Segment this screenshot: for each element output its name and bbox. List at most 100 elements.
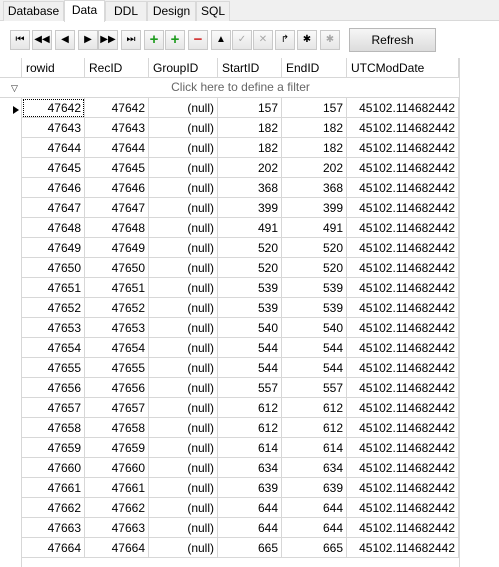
cell-startid[interactable]: 612 xyxy=(218,418,282,438)
cell-startid[interactable]: 557 xyxy=(218,378,282,398)
cell-recid[interactable]: 47651 xyxy=(85,278,149,298)
cell-recid[interactable]: 47663 xyxy=(85,518,149,538)
cell-startid[interactable]: 639 xyxy=(218,478,282,498)
cell-startid[interactable]: 182 xyxy=(218,138,282,158)
cell-recid[interactable]: 47661 xyxy=(85,478,149,498)
cell-recid[interactable]: 47649 xyxy=(85,238,149,258)
cancel-edit-button[interactable]: ✕ xyxy=(253,30,273,50)
table-row[interactable]: 47646 47646 (null) 368 368 45102.114682442 xyxy=(0,178,459,198)
cell-utcmoddate[interactable]: 45102.114682442 xyxy=(347,98,459,118)
cell-endid[interactable]: 557 xyxy=(282,378,347,398)
cell-utcmoddate[interactable]: 45102.114682442 xyxy=(347,198,459,218)
cell-endid[interactable]: 368 xyxy=(282,178,347,198)
cell-startid[interactable]: 520 xyxy=(218,258,282,278)
cell-rowid[interactable]: 47651 xyxy=(22,278,85,298)
cell-endid[interactable]: 182 xyxy=(282,118,347,138)
cell-recid[interactable]: 47653 xyxy=(85,318,149,338)
table-row[interactable]: 47647 47647 (null) 399 399 45102.114682442 xyxy=(0,198,459,218)
cell-groupid[interactable]: (null) xyxy=(149,338,218,358)
cell-groupid[interactable]: (null) xyxy=(149,518,218,538)
cell-groupid[interactable]: (null) xyxy=(149,278,218,298)
first-record-button[interactable]: ⏮ xyxy=(10,30,30,50)
cell-rowid[interactable]: 47664 xyxy=(22,538,85,558)
column-header-endid[interactable]: EndID xyxy=(282,58,347,78)
cell-rowid[interactable]: 47655 xyxy=(22,358,85,378)
cell-endid[interactable]: 634 xyxy=(282,458,347,478)
prev-record-button[interactable]: ◀ xyxy=(55,30,75,50)
cell-rowid[interactable]: 47657 xyxy=(22,398,85,418)
cell-utcmoddate[interactable]: 45102.114682442 xyxy=(347,278,459,298)
table-row[interactable]: 47661 47661 (null) 639 639 45102.114682442 xyxy=(0,478,459,498)
cell-startid[interactable]: 644 xyxy=(218,518,282,538)
cell-rowid[interactable]: 47646 xyxy=(22,178,85,198)
table-row[interactable]: 47650 47650 (null) 520 520 45102.114682442 xyxy=(0,258,459,278)
next-page-button[interactable]: ▶▶ xyxy=(98,30,118,50)
tab-ddl[interactable]: DDL xyxy=(105,1,147,21)
cell-rowid[interactable]: 47643 xyxy=(22,118,85,138)
cell-utcmoddate[interactable]: 45102.114682442 xyxy=(347,398,459,418)
cell-endid[interactable]: 544 xyxy=(282,358,347,378)
cell-utcmoddate[interactable]: 45102.114682442 xyxy=(347,118,459,138)
cell-utcmoddate[interactable]: 45102.114682442 xyxy=(347,258,459,278)
cell-startid[interactable]: 491 xyxy=(218,218,282,238)
cell-recid[interactable]: 47642 xyxy=(85,98,149,118)
tab-design[interactable]: Design xyxy=(147,1,196,21)
cell-endid[interactable]: 644 xyxy=(282,518,347,538)
cell-groupid[interactable]: (null) xyxy=(149,498,218,518)
post-edit-button[interactable]: ✓ xyxy=(232,30,252,50)
cell-rowid[interactable]: 47662 xyxy=(22,498,85,518)
table-row[interactable]: 47651 47651 (null) 539 539 45102.114682442 xyxy=(0,278,459,298)
table-row[interactable]: 47653 47653 (null) 540 540 45102.114682442 xyxy=(0,318,459,338)
table-row[interactable]: 47648 47648 (null) 491 491 45102.114682442 xyxy=(0,218,459,238)
filter-icon[interactable]: ▽ xyxy=(11,83,18,94)
cell-startid[interactable]: 540 xyxy=(218,318,282,338)
cell-utcmoddate[interactable]: 45102.114682442 xyxy=(347,178,459,198)
table-row[interactable]: 47662 47662 (null) 644 644 45102.114682442 xyxy=(0,498,459,518)
cell-startid[interactable]: 614 xyxy=(218,438,282,458)
cell-groupid[interactable]: (null) xyxy=(149,178,218,198)
cell-startid[interactable]: 539 xyxy=(218,298,282,318)
cell-endid[interactable]: 612 xyxy=(282,398,347,418)
cell-startid[interactable]: 182 xyxy=(218,118,282,138)
cell-recid[interactable]: 47647 xyxy=(85,198,149,218)
cell-groupid[interactable]: (null) xyxy=(149,118,218,138)
table-row[interactable]: 47656 47656 (null) 557 557 45102.114682442 xyxy=(0,378,459,398)
cell-utcmoddate[interactable]: 45102.114682442 xyxy=(347,438,459,458)
cell-recid[interactable]: 47643 xyxy=(85,118,149,138)
next-record-button[interactable]: ▶ xyxy=(78,30,98,50)
cell-endid[interactable]: 665 xyxy=(282,538,347,558)
cell-utcmoddate[interactable]: 45102.114682442 xyxy=(347,298,459,318)
cell-utcmoddate[interactable]: 45102.114682442 xyxy=(347,158,459,178)
cell-startid[interactable]: 544 xyxy=(218,358,282,378)
column-header-utcmoddate[interactable]: UTCModDate xyxy=(347,58,459,78)
cell-endid[interactable]: 520 xyxy=(282,258,347,278)
cell-groupid[interactable]: (null) xyxy=(149,458,218,478)
table-row[interactable]: 47663 47663 (null) 644 644 45102.114682442 xyxy=(0,518,459,538)
cell-utcmoddate[interactable]: 45102.114682442 xyxy=(347,478,459,498)
table-row[interactable]: 47643 47643 (null) 182 182 45102.114682442 xyxy=(0,118,459,138)
apply-updates-button[interactable]: ✱ xyxy=(297,30,317,50)
cell-endid[interactable]: 612 xyxy=(282,418,347,438)
table-row[interactable]: 47652 47652 (null) 539 539 45102.114682442 xyxy=(0,298,459,318)
cell-recid[interactable]: 47650 xyxy=(85,258,149,278)
cell-groupid[interactable]: (null) xyxy=(149,538,218,558)
cell-rowid[interactable]: 47661 xyxy=(22,478,85,498)
cell-rowid[interactable]: 47642 xyxy=(22,98,85,118)
data-grid[interactable]: rowid RecID GroupID StartID EndID UTCModDate … xyxy=(0,58,499,567)
cell-groupid[interactable]: (null) xyxy=(149,398,218,418)
cell-utcmoddate[interactable]: 45102.114682442 xyxy=(347,338,459,358)
cell-startid[interactable]: 644 xyxy=(218,498,282,518)
table-row[interactable]: 47649 47649 (null) 520 520 45102.114682442 xyxy=(0,238,459,258)
column-header-groupid[interactable]: GroupID xyxy=(149,58,218,78)
cell-endid[interactable]: 544 xyxy=(282,338,347,358)
cell-recid[interactable]: 47658 xyxy=(85,418,149,438)
cell-rowid[interactable]: 47645 xyxy=(22,158,85,178)
delete-record-button[interactable]: − xyxy=(188,30,208,50)
cell-startid[interactable]: 157 xyxy=(218,98,282,118)
cell-groupid[interactable]: (null) xyxy=(149,478,218,498)
cell-utcmoddate[interactable]: 45102.114682442 xyxy=(347,538,459,558)
cell-recid[interactable]: 47655 xyxy=(85,358,149,378)
cell-recid[interactable]: 47656 xyxy=(85,378,149,398)
cell-startid[interactable]: 634 xyxy=(218,458,282,478)
table-row[interactable]: 47660 47660 (null) 634 634 45102.114682442 xyxy=(0,458,459,478)
